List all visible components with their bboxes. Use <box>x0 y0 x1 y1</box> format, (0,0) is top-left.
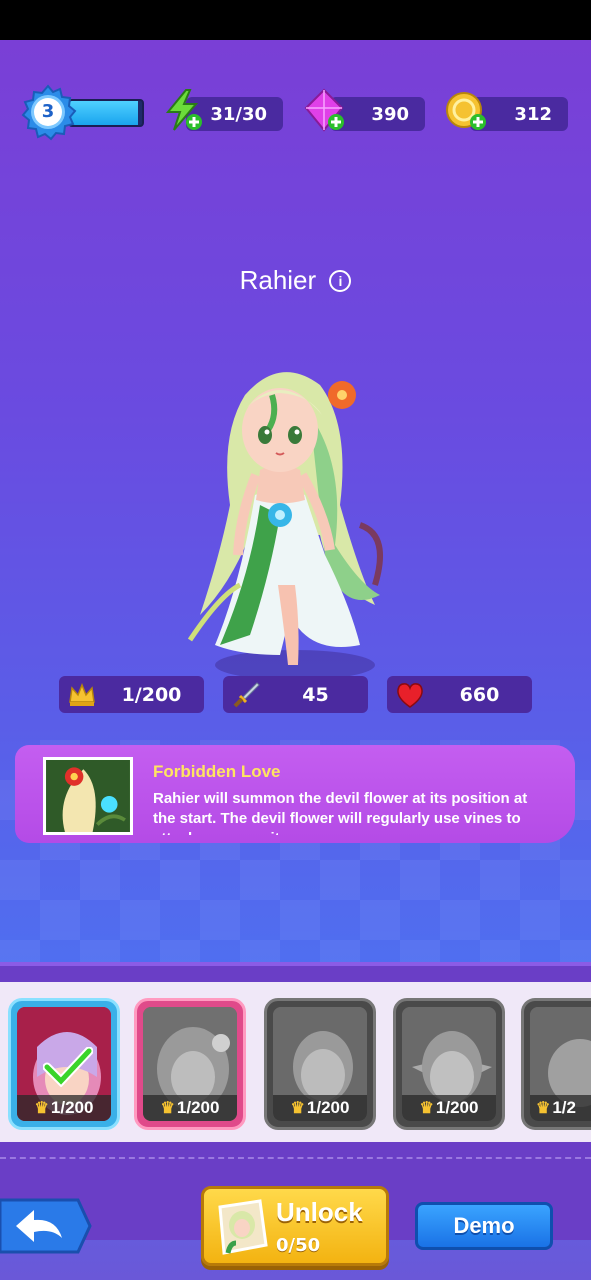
coin-icon <box>446 92 486 130</box>
roster-card[interactable]: ♛ 1/200 <box>264 998 376 1130</box>
crown-icon: ♛ <box>34 1100 49 1117</box>
xp-bar <box>68 99 144 127</box>
energy-bolt-icon <box>165 89 202 131</box>
gem-icon <box>304 88 344 132</box>
crown-icon: ♛ <box>290 1100 305 1117</box>
unlock-label: Unlock <box>276 1197 363 1227</box>
roster-card[interactable]: ♛ 1/2 <box>521 998 591 1130</box>
roster-card[interactable]: ♛ 1/200 <box>8 998 120 1130</box>
energy-value: 31/30 <box>210 103 267 125</box>
roster-card[interactable]: ♛ 1/200 <box>393 998 505 1130</box>
stat-attack-value: 45 <box>302 683 329 706</box>
player-level[interactable]: 3 <box>18 82 144 142</box>
back-button[interactable] <box>0 1198 92 1254</box>
roster-card-level: ♛ 1/200 <box>143 1095 237 1121</box>
hero-title: Rahier i <box>0 265 591 296</box>
crown-icon: ♛ <box>536 1100 551 1117</box>
devil-flower-icon <box>46 760 130 832</box>
roster-card-level: ♛ 1/2 <box>530 1095 591 1121</box>
coins-value: 312 <box>514 103 552 125</box>
crown-icon <box>69 682 95 706</box>
crown-icon: ♛ <box>419 1100 434 1117</box>
skill-title: Forbidden Love <box>153 762 281 781</box>
roster-card[interactable]: ♛ 1/200 <box>134 998 246 1130</box>
unlock-button[interactable]: Unlock 0/50 <box>201 1186 389 1266</box>
roster-card-level: ♛ 1/200 <box>273 1095 367 1121</box>
crown-icon: ♛ <box>160 1100 175 1117</box>
stat-attack: 45 <box>223 676 368 713</box>
stat-level: 1/200 <box>59 676 204 713</box>
skill-description: Rahier will summon the devil flower at i… <box>153 790 528 835</box>
roster-card-level: ♛ 1/200 <box>402 1095 496 1121</box>
skill-card[interactable]: Forbidden Love Rahier will summon the de… <box>15 745 575 843</box>
hero-shard-icon <box>218 1199 268 1255</box>
roster-panel-border <box>0 962 591 982</box>
skill-icon <box>43 757 133 835</box>
hero-character-image[interactable] <box>160 355 400 685</box>
roster-card-level: ♛ 1/200 <box>17 1095 111 1121</box>
stat-health-value: 660 <box>459 683 500 706</box>
info-icon[interactable]: i <box>329 270 352 292</box>
player-level-number: 3 <box>34 98 62 126</box>
checkmark-icon <box>43 1047 93 1087</box>
stat-level-value: 1/200 <box>121 683 182 706</box>
hero-name: Rahier <box>239 265 317 295</box>
heart-icon <box>397 683 423 708</box>
stat-health: 660 <box>387 676 532 713</box>
xp-bar-fill <box>70 101 139 125</box>
sword-icon <box>233 682 260 708</box>
demo-button[interactable]: Demo <box>415 1202 553 1250</box>
unlock-progress: 0/50 <box>276 1235 321 1256</box>
gems-value: 390 <box>371 103 409 125</box>
divider <box>0 1157 591 1159</box>
